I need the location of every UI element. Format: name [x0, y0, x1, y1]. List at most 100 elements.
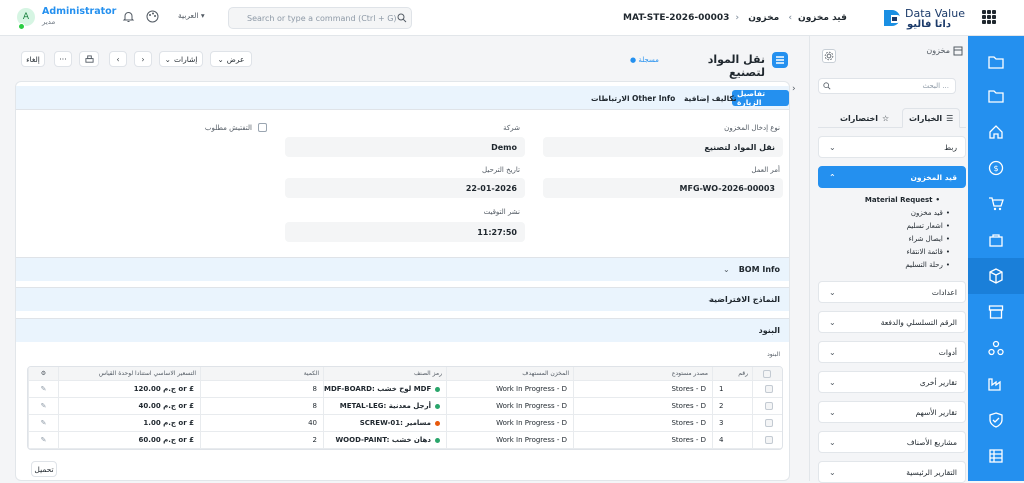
breadcrumb-doctype[interactable]: قيد مخزون	[798, 13, 847, 23]
sidebar-group-stock-reports[interactable]: تقارير الأسهم ⌄	[818, 401, 966, 423]
cell-source-warehouse[interactable]: Stores - D	[573, 381, 712, 397]
notifications-bell-icon[interactable]	[122, 10, 135, 23]
cell-item-code[interactable]: SCREW-01: مسامير	[323, 415, 446, 431]
rail-accounting[interactable]: $	[968, 150, 1024, 186]
cell-basic-rate[interactable]: ج.م 60.00 or £	[58, 432, 200, 448]
sidebar-sub-stock-entry[interactable]: قيد مخزون	[850, 209, 950, 217]
cell-qty[interactable]: 2	[200, 432, 323, 448]
search-placeholder: Search or type a command (Ctrl + G)	[247, 14, 397, 23]
brand-logo[interactable]: Data Value داتا فاليو	[877, 4, 969, 32]
tab-additional-costs[interactable]: تكاليف إضافية	[679, 90, 742, 106]
sidebar-sub-delivery-note[interactable]: اشعار تسليم	[850, 222, 950, 230]
breadcrumb-doc[interactable]: MAT-STE-2026-00003	[623, 13, 729, 23]
next-doc-button[interactable]: ›	[134, 51, 152, 67]
rail-home[interactable]	[968, 114, 1024, 150]
tab-other-info[interactable]: Other Info	[627, 90, 680, 106]
company-field[interactable]: Demo	[285, 137, 525, 157]
sidebar-sub-delivery-trip[interactable]: رحلة التسليم	[850, 261, 950, 269]
cell-source-warehouse[interactable]: Stores - D	[573, 398, 712, 414]
posting-time-label: نشر التوقيت	[483, 208, 520, 216]
sidebar-group-settings[interactable]: اعدادات ⌄	[818, 281, 966, 303]
cell-qty[interactable]: 8	[200, 398, 323, 414]
sidebar-group-serial-batch[interactable]: الرقم التسلسلي والدفعة ⌄	[818, 311, 966, 333]
gear-icon	[824, 51, 834, 61]
cell-target-warehouse[interactable]: Work In Progress - D	[446, 381, 573, 397]
rail-reports[interactable]	[968, 438, 1024, 474]
actions-button[interactable]: ⌄ إشارات	[159, 51, 203, 67]
prev-doc-button[interactable]: ‹	[109, 51, 127, 67]
rail-buying[interactable]	[968, 186, 1024, 222]
section-defaults[interactable]: النماذج الافتراضية ⌄	[16, 287, 789, 311]
rail-quality[interactable]	[968, 402, 1024, 438]
rail-selling[interactable]	[968, 222, 1024, 258]
row-checkbox[interactable]	[752, 432, 782, 448]
more-menu-button[interactable]: ···	[54, 51, 72, 67]
table-row[interactable]: 2 Stores - D Work In Progress - D METAL-LEG…	[28, 398, 782, 415]
sidebar-search-input[interactable]: البحث ...	[818, 78, 956, 94]
edit-row-icon[interactable]: ✎	[28, 415, 58, 431]
sidebar-sub-material-request[interactable]: Material Request	[840, 196, 940, 204]
sidebar-group-stock-entry[interactable]: قيد المخزون ⌃	[818, 166, 966, 188]
rail-manufacturing[interactable]	[968, 366, 1024, 402]
cell-basic-rate[interactable]: ج.م 120.00 or £	[58, 381, 200, 397]
section-bom-info[interactable]: BOM Info ⌄	[16, 257, 789, 281]
tab-shortcuts[interactable]: اختصارات ☆	[840, 108, 889, 128]
inspection-required-checkbox[interactable]	[258, 123, 267, 132]
cell-target-warehouse[interactable]: Work In Progress - D	[446, 415, 573, 431]
upload-button[interactable]: تحميل	[31, 461, 57, 477]
table-row[interactable]: 4 Stores - D Work In Progress - D WOOD-PAIN…	[28, 432, 782, 449]
edit-row-icon[interactable]: ✎	[28, 381, 58, 397]
edit-row-icon[interactable]: ✎	[28, 398, 58, 414]
breadcrumb-module[interactable]: مخزون	[748, 13, 779, 23]
sidebar-group-key-reports[interactable]: التقارير الرئيسية ⌄	[818, 461, 966, 483]
edit-row-icon[interactable]: ✎	[28, 432, 58, 448]
table-row[interactable]: 1 Stores - D Work In Progress - D MDF-BOARD…	[28, 381, 782, 398]
cancel-button[interactable]: إلغاء	[21, 51, 45, 67]
stock-entry-type-field[interactable]: نقل المواد لتصنيع	[543, 137, 783, 157]
theme-palette-icon[interactable]	[146, 10, 159, 23]
collapse-sidebar-toggle[interactable]: ›	[792, 84, 796, 94]
column-settings-icon[interactable]: ⚙	[28, 367, 58, 380]
cell-item-code[interactable]: MDF-BOARD: لوح خشب MDF	[323, 381, 446, 397]
cell-basic-rate[interactable]: ج.م 40.00 or £	[58, 398, 200, 414]
sidebar-group-link[interactable]: ربط ⌄	[818, 136, 966, 158]
cell-target-warehouse[interactable]: Work In Progress - D	[446, 432, 573, 448]
tab-connections[interactable]: الارتباطات	[586, 90, 635, 106]
sidebar-settings-button[interactable]	[822, 49, 836, 63]
row-checkbox[interactable]	[752, 415, 782, 431]
awesome-bar[interactable]: Search or type a command (Ctrl + G)	[228, 7, 412, 29]
rail-org[interactable]	[968, 330, 1024, 366]
cell-qty[interactable]: 8	[200, 381, 323, 397]
sidebar-group-tools[interactable]: أدوات ⌄	[818, 341, 966, 363]
table-row[interactable]: 3 Stores - D Work In Progress - D SCREW-01:…	[28, 415, 782, 432]
view-button[interactable]: ⌄ عرض	[210, 51, 252, 67]
sidebar-toggle-button[interactable]	[772, 52, 788, 68]
sidebar-sub-purchase-receipt[interactable]: ايصال شراء	[850, 235, 950, 243]
sidebar-group-other-reports[interactable]: تقارير أخرى ⌄	[818, 371, 966, 393]
language-selector[interactable]: العربية ▾	[178, 11, 205, 20]
cell-source-warehouse[interactable]: Stores - D	[573, 432, 712, 448]
rail-folder-2[interactable]	[968, 78, 1024, 114]
cell-target-warehouse[interactable]: Work In Progress - D	[446, 398, 573, 414]
print-button[interactable]	[79, 51, 99, 67]
select-all-checkbox[interactable]	[752, 367, 782, 380]
cell-basic-rate[interactable]: ج.م 1.00 or £	[58, 415, 200, 431]
cell-item-code[interactable]: WOOD-PAINT: دهان خشب	[323, 432, 446, 448]
row-checkbox[interactable]	[752, 381, 782, 397]
app-switcher-icon[interactable]	[982, 10, 996, 24]
user-name[interactable]: Administrator	[42, 6, 116, 17]
rail-folder-1[interactable]	[968, 44, 1024, 80]
work-order-field[interactable]: MFG-WO-2026-00003	[543, 178, 783, 198]
rail-archive[interactable]	[968, 294, 1024, 330]
row-checkbox[interactable]	[752, 398, 782, 414]
cell-source-warehouse[interactable]: Stores - D	[573, 415, 712, 431]
cell-item-code[interactable]: METAL-LEG: أرجل معدنية	[323, 398, 446, 414]
sidebar-title[interactable]: مخزون	[880, 46, 950, 55]
rail-stock[interactable]	[968, 258, 1024, 294]
posting-time-field[interactable]: 11:27:50	[285, 222, 525, 242]
sidebar-group-item-projects[interactable]: مشاريع الأصناف ⌄	[818, 431, 966, 453]
tab-options[interactable]: الخيارات ☰	[902, 108, 961, 128]
posting-date-field[interactable]: 22-01-2026	[285, 178, 525, 198]
sidebar-sub-pick-list[interactable]: قائمة الانتقاء	[850, 248, 950, 256]
cell-qty[interactable]: 40	[200, 415, 323, 431]
